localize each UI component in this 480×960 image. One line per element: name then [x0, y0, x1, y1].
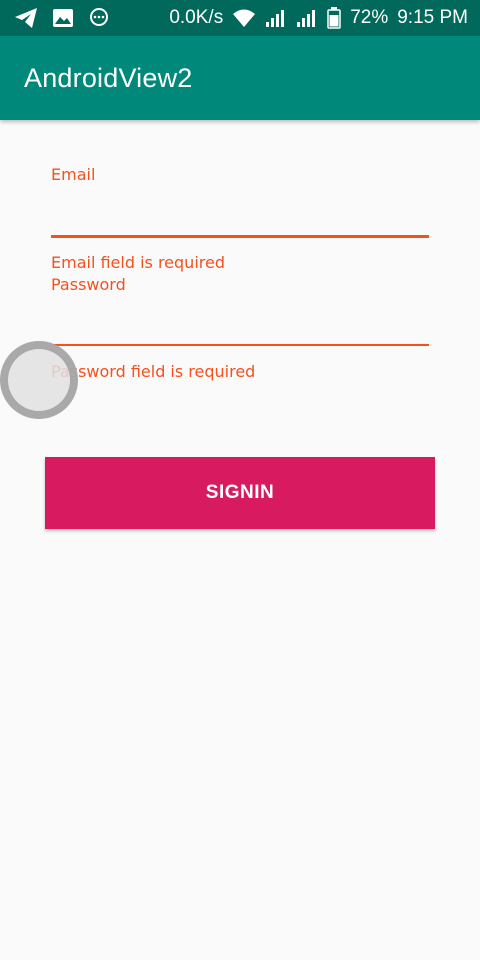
- status-bar-notifications: [14, 7, 110, 29]
- battery-icon: [327, 7, 341, 29]
- email-error: Email field is required: [51, 253, 225, 272]
- status-bar-system: 0.0K/s 72% 9:15 PM: [169, 7, 468, 29]
- touch-indicator: [0, 341, 78, 419]
- email-field[interactable]: [51, 200, 429, 232]
- signal-icon: [296, 8, 318, 28]
- image-icon: [52, 8, 74, 28]
- status-bar: 0.0K/s 72% 9:15 PM: [0, 0, 480, 36]
- password-error: Password field is required: [51, 362, 256, 381]
- wifi-icon: [232, 8, 256, 28]
- chat-icon: [88, 7, 110, 29]
- net-speed: 0.0K/s: [169, 7, 224, 28]
- telegram-icon: [14, 7, 38, 29]
- email-label: Email: [51, 165, 96, 184]
- clock: 9:15 PM: [397, 7, 468, 28]
- password-field[interactable]: [51, 308, 429, 342]
- app-bar: AndroidView2: [0, 36, 480, 120]
- password-label: Password: [51, 275, 126, 294]
- email-underline: [51, 235, 429, 238]
- app-title: AndroidView2: [24, 62, 193, 93]
- signal-icon: [265, 8, 287, 28]
- battery-percent: 72%: [350, 7, 389, 28]
- signin-button[interactable]: SIGNIN: [45, 457, 435, 529]
- password-underline: [51, 344, 429, 346]
